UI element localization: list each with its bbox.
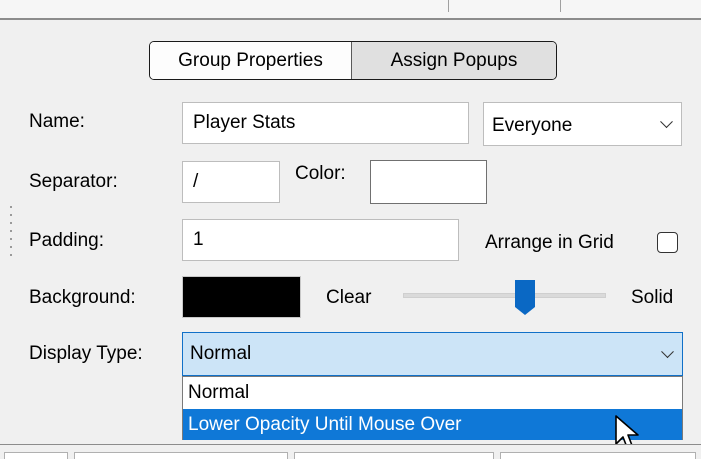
splitter-grip[interactable] xyxy=(10,246,12,248)
separator-input[interactable]: / xyxy=(182,161,280,203)
display-type-select-value: Normal xyxy=(190,343,252,364)
padding-input[interactable]: 1 xyxy=(182,219,459,261)
splitter-grip[interactable] xyxy=(10,222,12,224)
splitter-grip[interactable] xyxy=(10,214,12,216)
dropdown-option-lower-opacity[interactable]: Lower Opacity Until Mouse Over xyxy=(183,409,682,440)
splitter-grip[interactable] xyxy=(10,206,12,208)
splitter-grip[interactable] xyxy=(10,238,12,240)
display-type-dropdown: Normal Lower Opacity Until Mouse Over xyxy=(182,376,683,440)
splitter-grip[interactable] xyxy=(10,230,12,232)
name-label: Name: xyxy=(29,111,85,132)
opacity-slider-track[interactable] xyxy=(403,293,606,298)
splitter-grip[interactable] xyxy=(10,254,12,256)
bottom-tab[interactable] xyxy=(4,452,68,459)
top-divider xyxy=(448,0,449,12)
bottom-tab[interactable] xyxy=(500,452,696,459)
background-label: Background: xyxy=(29,287,136,308)
chevron-down-icon xyxy=(660,115,673,129)
opacity-max-label: Solid xyxy=(631,287,674,308)
tab-group-properties[interactable]: Group Properties xyxy=(150,42,352,79)
tab-assign-popups[interactable]: Assign Popups xyxy=(352,42,556,79)
opacity-min-label: Clear xyxy=(326,287,372,308)
separator-color-swatch[interactable] xyxy=(370,160,487,204)
background-color-swatch[interactable] xyxy=(182,276,301,318)
name-input[interactable]: Player Stats xyxy=(182,102,469,144)
display-type-select[interactable]: Normal xyxy=(182,332,683,376)
bottom-tab[interactable] xyxy=(74,452,288,459)
bottom-border xyxy=(0,444,701,445)
display-type-label: Display Type: xyxy=(29,343,143,364)
dropdown-option-normal[interactable]: Normal xyxy=(183,377,682,408)
top-toolbar-strip xyxy=(0,0,701,19)
tab-switcher: Group Properties Assign Popups xyxy=(149,41,557,80)
chevron-down-icon xyxy=(661,345,674,359)
opacity-slider-thumb[interactable] xyxy=(514,280,535,315)
padding-label: Padding: xyxy=(29,230,105,251)
top-divider xyxy=(560,0,561,12)
bottom-tab[interactable] xyxy=(294,452,494,459)
visibility-select-value: Everyone xyxy=(492,115,573,136)
arrange-grid-checkbox[interactable] xyxy=(657,232,678,253)
color-label: Color: xyxy=(295,163,346,184)
visibility-select[interactable]: Everyone xyxy=(483,102,682,146)
separator-label: Separator: xyxy=(29,171,118,192)
arrange-grid-label: Arrange in Grid xyxy=(485,232,614,253)
